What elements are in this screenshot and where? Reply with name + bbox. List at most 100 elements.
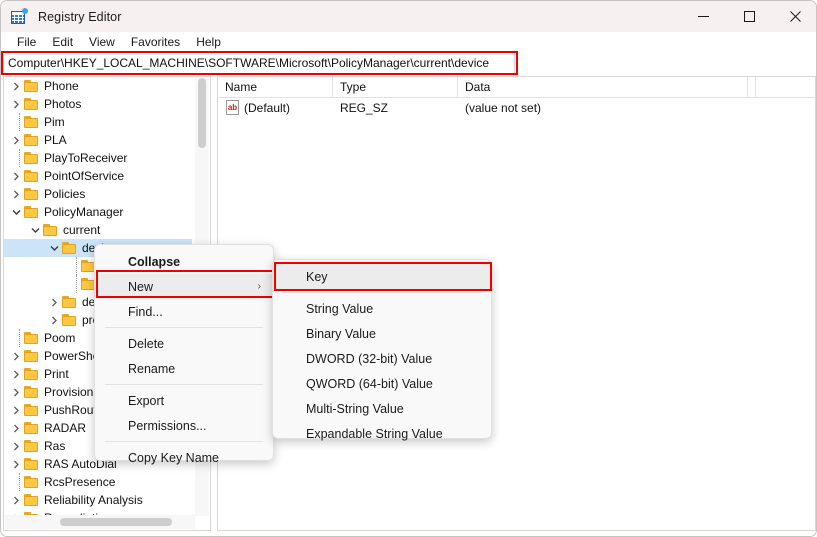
menu-favorites[interactable]: Favorites [123,34,188,50]
minimize-button[interactable] [680,1,726,32]
submenu-item-key[interactable]: Key [273,264,491,289]
tree-item-photos[interactable]: Photos [4,95,192,113]
folder-icon [23,79,40,93]
column-header-type[interactable]: Type [333,77,458,98]
submenu-item-binary-value[interactable]: Binary Value [273,321,491,346]
chevron-down-icon[interactable] [9,203,23,221]
chevron-right-icon[interactable] [47,311,61,329]
folder-icon [23,331,40,345]
context-menu-item-label: Rename [128,361,176,376]
submenu-item-qword-64-bit-value[interactable]: QWORD (64-bit) Value [273,371,491,396]
submenu-separator [283,292,481,293]
menu-separator [105,441,263,442]
context-menu-item-label: Export [128,393,165,408]
context-menu-item-permissions[interactable]: Permissions... [95,413,273,438]
menu-bar: File Edit View Favorites Help [1,32,816,52]
chevron-right-icon[interactable] [9,437,23,455]
tree-item-playtoreceiver[interactable]: PlayToReceiver [4,149,192,167]
folder-icon [23,493,40,507]
tree-item-pim[interactable]: Pim [4,113,192,131]
tree-item-rcspresence[interactable]: RcsPresence [4,473,192,491]
tree-guide [9,473,23,491]
chevron-right-icon[interactable] [9,95,23,113]
chevron-right-icon[interactable] [47,293,61,311]
chevron-down-icon[interactable] [47,239,61,257]
list-column-headers: Name Type Data [218,77,815,98]
tree-item-label: PolicyManager [44,205,124,219]
chevron-right-icon[interactable] [9,401,23,419]
tree-item-policies[interactable]: Policies [4,185,192,203]
tree-item-policymanager[interactable]: PolicyManager [4,203,192,221]
folder-icon [23,133,40,147]
tree-horizontal-scrollbar[interactable] [5,515,195,529]
chevron-right-icon[interactable] [9,167,23,185]
address-input[interactable]: Computer\HKEY_LOCAL_MACHINE\SOFTWARE\Mic… [3,52,515,74]
string-value-icon: ab [226,100,239,115]
tree-item-label: PLA [44,133,67,147]
registry-editor-icon [10,7,28,26]
chevron-right-icon[interactable] [9,383,23,401]
tree-vscroll-thumb[interactable] [198,78,206,148]
maximize-button[interactable] [726,1,772,32]
tree-item-phone[interactable]: Phone [4,77,192,95]
context-menu-item-rename[interactable]: Rename [95,356,273,381]
column-header-end [748,77,756,98]
chevron-right-icon[interactable] [9,185,23,203]
value-row[interactable]: ab (Default) REG_SZ (value not set) [218,98,815,118]
submenu-item-expandable-string-value[interactable]: Expandable String Value [273,421,491,446]
folder-icon [42,223,59,237]
chevron-right-icon[interactable] [9,455,23,473]
tree-item-label: PlayToReceiver [44,151,128,165]
chevron-right-icon[interactable] [9,77,23,95]
folder-icon [23,457,40,471]
menu-file[interactable]: File [9,34,44,50]
chevron-right-icon[interactable] [9,131,23,149]
context-menu-item-delete[interactable]: Delete [95,331,273,356]
chevron-right-icon[interactable] [9,347,23,365]
tree-item-label: Ras [44,439,66,453]
tree-guide [9,113,23,131]
context-menu-item-label: Delete [128,336,165,351]
tree-item-pla[interactable]: PLA [4,131,192,149]
chevron-right-icon[interactable] [9,419,23,437]
column-header-name[interactable]: Name [218,77,333,98]
submenu-item-string-value[interactable]: String Value [273,296,491,321]
context-menu-item-label: New [128,279,154,294]
context-menu-item-new[interactable]: New › [95,274,273,299]
close-button[interactable] [772,1,816,32]
folder-icon [23,403,40,417]
tree-item-label: PointOfService [44,169,125,183]
folder-icon [23,115,40,129]
chevron-right-icon[interactable] [9,491,23,509]
tree-hscroll-thumb[interactable] [60,518,172,526]
column-header-data[interactable]: Data [458,77,748,98]
menu-edit[interactable]: Edit [44,34,81,50]
menu-view[interactable]: View [81,34,123,50]
context-menu-item-label: Collapse [128,254,181,269]
folder-icon [61,295,78,309]
submenu-item-label: String Value [306,301,374,316]
submenu-item-label: Binary Value [306,326,376,341]
submenu-item-multi-string-value[interactable]: Multi-String Value [273,396,491,421]
context-menu-item-find[interactable]: Find... [95,299,273,324]
context-menu-item-collapse[interactable]: Collapse [95,249,273,274]
submenu-item-dword-32-bit-value[interactable]: DWORD (32-bit) Value [273,346,491,371]
tree-item-pointofservice[interactable]: PointOfService [4,167,192,185]
context-menu-item-export[interactable]: Export [95,388,273,413]
folder-icon [23,349,40,363]
chevron-down-icon[interactable] [28,221,42,239]
menu-help[interactable]: Help [188,34,229,50]
folder-icon [23,421,40,435]
context-menu-item-copy-key-name[interactable]: Copy Key Name [95,445,273,470]
submenu-item-label: QWORD (64-bit) Value [306,376,433,391]
value-type: REG_SZ [340,101,389,115]
title-bar: Registry Editor [1,1,816,32]
chevron-right-icon[interactable] [9,365,23,383]
folder-icon [23,151,40,165]
tree-guide [66,275,80,293]
folder-icon [61,313,78,327]
tree-item-current[interactable]: current [4,221,192,239]
address-bar-area: Computer\HKEY_LOCAL_MACHINE\SOFTWARE\Mic… [1,51,816,75]
value-name: (Default) [244,101,291,115]
tree-item-reliability-analysis[interactable]: Reliability Analysis [4,491,192,509]
